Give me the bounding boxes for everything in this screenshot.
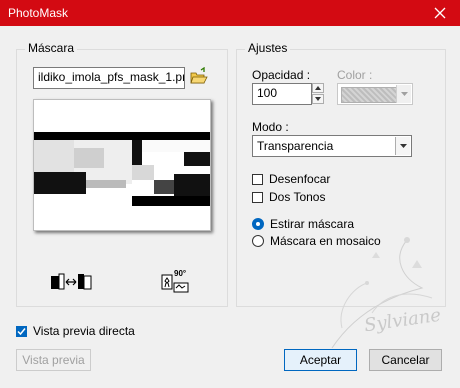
- mascara-legend: Máscara: [25, 41, 78, 55]
- dos-tonos-box[interactable]: [252, 191, 263, 203]
- chevron-down-icon: [400, 92, 408, 96]
- opacidad-spinner[interactable]: [312, 83, 324, 105]
- estirar-radio-button[interactable]: [252, 218, 264, 230]
- close-button[interactable]: [420, 0, 460, 26]
- color-dropdown-arrow[interactable]: [396, 85, 411, 103]
- mask-preview: [33, 99, 211, 231]
- modo-select[interactable]: Transparencia: [252, 135, 412, 157]
- spin-down-button[interactable]: [312, 94, 324, 104]
- arrow-up-icon: [315, 86, 321, 90]
- vista-previa-button[interactable]: Vista previa: [16, 349, 91, 371]
- spin-up-button[interactable]: [312, 83, 324, 93]
- color-swatch: [341, 87, 397, 103]
- vista-previa-directa-label: Vista previa directa: [33, 324, 135, 338]
- desenfocar-label: Desenfocar: [269, 172, 331, 186]
- vista-previa-directa-checkbox[interactable]: Vista previa directa: [16, 324, 135, 338]
- open-folder-icon: [190, 66, 208, 84]
- modo-value: Transparencia: [257, 139, 334, 153]
- opacidad-label: Opacidad :: [252, 68, 311, 82]
- close-icon: [434, 7, 446, 19]
- cancelar-button[interactable]: Cancelar: [369, 349, 442, 371]
- rotate-label: 90°: [174, 269, 187, 278]
- desenfocar-checkbox[interactable]: Desenfocar: [252, 172, 330, 186]
- mask-thumbnail: [34, 100, 210, 230]
- rotate-90-button[interactable]: 90°: [161, 269, 189, 293]
- arrow-down-icon: [315, 97, 321, 101]
- chevron-down-icon: [399, 144, 407, 148]
- title-bar: PhotoMask: [0, 0, 460, 26]
- vista-previa-directa-box[interactable]: [16, 325, 27, 337]
- mosaico-radio-button[interactable]: [252, 235, 264, 247]
- color-picker[interactable]: [337, 83, 413, 105]
- modo-label: Modo :: [252, 120, 289, 134]
- swap-icon: [51, 273, 92, 290]
- desenfocar-box[interactable]: [252, 173, 263, 185]
- dos-tonos-checkbox[interactable]: Dos Tonos: [252, 190, 325, 204]
- checkmark-icon: [17, 327, 26, 335]
- aceptar-button[interactable]: Aceptar: [284, 349, 357, 371]
- dos-tonos-label: Dos Tonos: [269, 190, 326, 204]
- opacidad-input[interactable]: 100: [252, 83, 312, 105]
- color-label: Color :: [337, 68, 373, 82]
- window-title: PhotoMask: [8, 6, 69, 20]
- ajustes-legend: Ajustes: [245, 41, 291, 55]
- watermark-ornament: [331, 237, 433, 349]
- modo-dropdown-arrow[interactable]: [395, 137, 410, 155]
- mask-filename-field[interactable]: ildiko_imola_pfs_mask_1.png: [33, 67, 185, 89]
- invert-mask-button[interactable]: [50, 273, 92, 291]
- open-folder-button[interactable]: [189, 66, 209, 87]
